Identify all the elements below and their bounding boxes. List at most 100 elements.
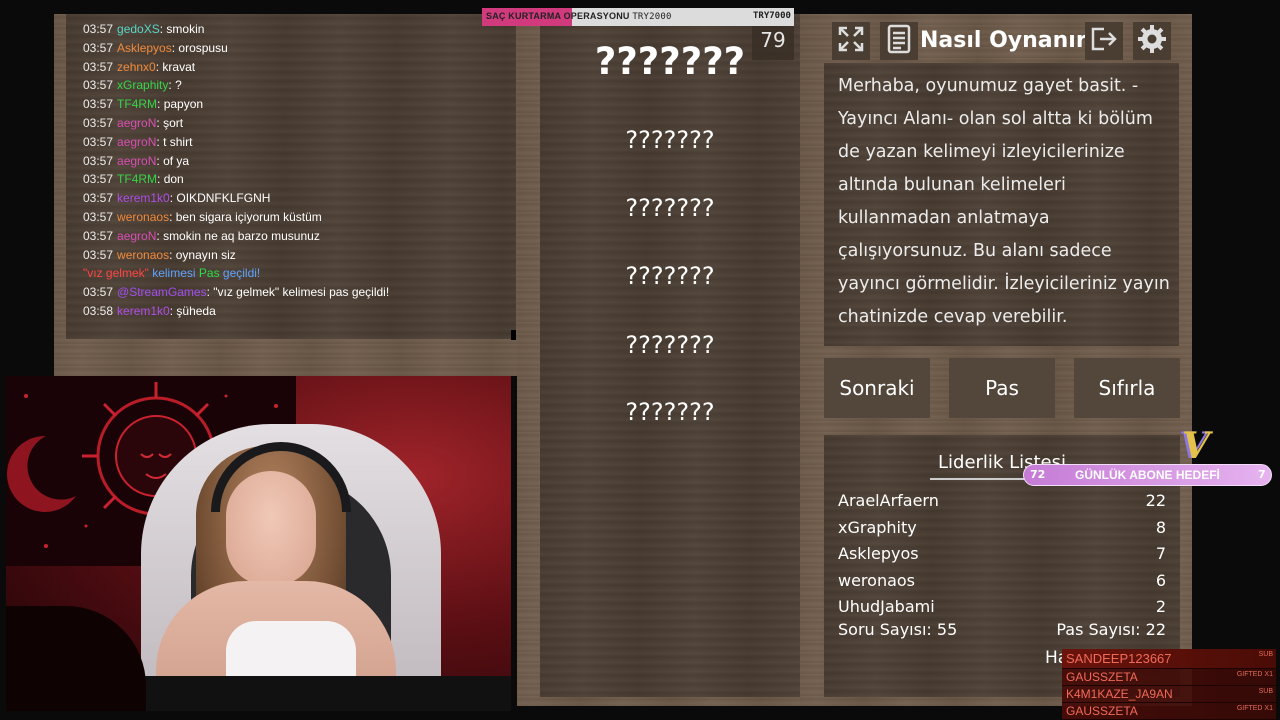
chat-message: 03:57 kerem1k0: OIKDNFKLFGNH [83,189,513,208]
chat-username[interactable]: Asklepyos [117,41,172,55]
chat-timestamp: 03:57 [83,285,114,300]
chat-timestamp: 03:57 [83,209,114,224]
chat-text: t shirt [163,134,193,149]
chat-username[interactable]: xGraphity [117,78,168,92]
chat-timestamp: 03:57 [83,172,114,187]
chat-username[interactable]: kerem1k0 [117,191,170,205]
forbidden-word-1: ??????? [625,126,715,154]
leaderboard-row: weronaos 6 [838,568,1166,595]
pass-button[interactable]: Pas [949,358,1055,418]
leaderboard-row: Asklepyos 7 [838,541,1166,568]
secret-word: ??????? [594,40,746,83]
event-user: GAUSSZETA [1066,670,1138,684]
list-button[interactable] [880,22,918,60]
notice-word: "vız gelmek" [83,266,149,281]
event-user: SANDEEP123667 [1066,651,1172,666]
donation-goal-label: SAÇ KURTARMA OPERASYONU TRY2000 [486,11,672,22]
chat-username[interactable]: TF4RM [117,172,157,186]
chat-text: orospusu [178,40,228,55]
forbidden-word-2: ??????? [625,194,715,222]
how-to-play-title: Nasıl Oynanır? [920,28,1100,53]
chat-timestamp: 03:57 [83,153,114,168]
reset-button[interactable]: Sıfırla [1074,358,1180,418]
event-row: GAUSSZETA GIFTED X1 [1062,669,1276,686]
chat-text: OIKDNFKLFGNH [176,191,271,206]
chat-message: 03:57 zehnx0: kravat [83,58,513,77]
chat-timestamp: 03:57 [83,228,114,243]
expand-button[interactable] [832,22,870,60]
leaderboard-list: AraelArfaern 22 xGraphity 8 Asklepyos 7 wer… [838,488,1166,621]
chat-message: 03:57 Asklepyos: orospusu [83,39,513,58]
chat-text: don [163,172,184,187]
chat-username[interactable]: weronaos [117,210,169,224]
next-button[interactable]: Sonraki [824,358,930,418]
exit-button[interactable] [1085,22,1123,60]
sub-goal-label: GÜNLÜK ABONE HEDEFİ [1075,468,1220,482]
chat-timestamp: 03:57 [83,97,114,112]
event-type: SUB [1258,688,1273,695]
forbidden-word-4: ??????? [625,331,715,359]
player-name: UhudJabami [838,597,935,616]
goal-target: TRY7000 [753,11,791,21]
chat-message: 03:57 aegroN: smokin ne aq barzo musunuz [83,227,513,246]
chat-username[interactable]: aegroN [117,229,156,243]
chat-timestamp: 03:57 [83,59,114,74]
chat-timestamp: 03:57 [83,78,114,93]
chat-message: 03:57 weronaos: ben sigara içiyorum küstü… [83,208,513,227]
chat-username[interactable]: kerem1k0 [117,304,170,318]
chat-username[interactable]: weronaos [117,248,169,262]
chat-message: 03:57 gedoXS: smokin [83,20,513,39]
chat-message: 03:57 TF4RM: papyon [83,95,513,114]
chat-text: oynayın siz [175,247,236,262]
leaderboard-row: UhudJabami 2 [838,594,1166,621]
chat-message: 03:57 aegroN: şort [83,114,513,133]
chat-message: 03:57 aegroN: of ya [83,152,513,171]
player-score: 6 [1155,570,1166,590]
chat-message: 03:57 TF4RM: don [83,170,513,189]
sub-goal-current: 72 [1030,468,1046,481]
webcam-feed [6,376,511,711]
chat-timestamp: 03:57 [83,191,114,206]
chat-text: ben sigara içiyorum küstüm [175,209,322,224]
how-to-play-text: Merhaba, oyunumuz gayet basit. -Yayıncı … [838,76,1170,327]
chat-text: "vız gelmek" kelimesi pas geçildi! [213,285,390,300]
recent-events-list: SANDEEP123667 SUB GAUSSZETA GIFTED X1 K4M1… [1062,649,1276,720]
notice-mid: kelimesi [148,266,199,281]
chat-username[interactable]: aegroN [117,135,156,149]
chat-message: 03:57 xGraphity: ? [83,76,513,95]
chat-timestamp: 03:57 [83,40,114,55]
chat-username[interactable]: aegroN [117,154,156,168]
leaderboard-row: xGraphity 8 [838,515,1166,542]
event-type: GIFTED X1 [1236,705,1273,712]
chat-timestamp: 03:58 [83,303,114,318]
chat-username[interactable]: @StreamGames [117,285,207,299]
player-score: 2 [1155,597,1166,616]
event-type: GIFTED X1 [1236,671,1273,678]
chat-separator: : [157,97,164,112]
forbidden-word-3: ??????? [625,262,715,290]
chat-text: of ya [163,153,190,168]
chat-cursor [511,330,516,340]
chat-username[interactable]: gedoXS [117,22,160,36]
stats-row: Soru Sayısı: 55 Pas Sayısı: 22 [838,620,1166,639]
notice-end: geçildi! [219,266,261,281]
event-type: SUB [1258,651,1273,658]
question-count: Soru Sayısı: 55 [838,620,958,639]
chat-separator: : [169,247,176,262]
chat-text: papyon [163,97,204,112]
settings-button[interactable] [1133,22,1171,60]
chat-separator: : [169,209,176,224]
chat-username[interactable]: TF4RM [117,97,157,111]
chat-username[interactable]: aegroN [117,116,156,130]
chat-username[interactable]: zehnx0 [117,60,156,74]
chat-text: şüheda [176,303,216,318]
leaderboard-row: AraelArfaern 22 [838,488,1166,515]
chat-timestamp: 03:57 [83,134,114,149]
chat-timestamp: 03:57 [83,247,114,262]
sub-goal-target: 7 [1258,468,1266,481]
event-user: K4M1KAZE_JA9AN [1066,687,1173,701]
event-user: GAUSSZETA [1066,704,1138,718]
goal-title: SAÇ KURTARMA OPERASYONU [486,11,630,21]
player-name: weronaos [838,570,916,590]
chat-message: 03:57 aegroN: t shirt [83,133,513,152]
